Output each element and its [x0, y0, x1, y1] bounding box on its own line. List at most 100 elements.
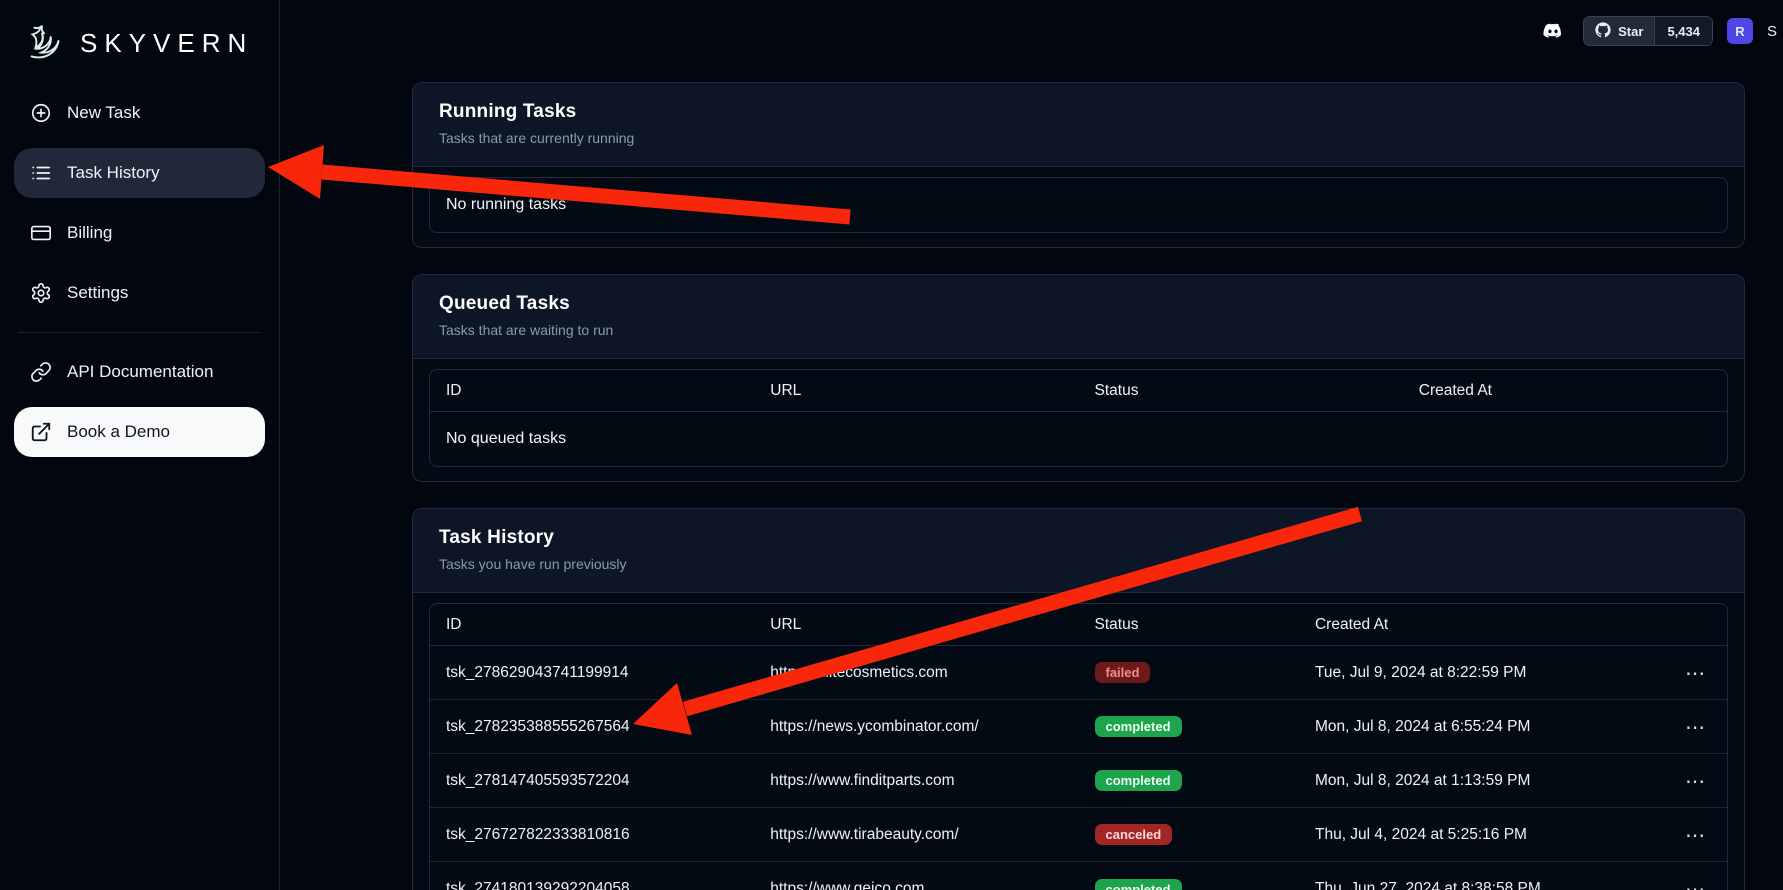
sidebar-item-label: Book a Demo: [67, 422, 170, 442]
github-star-label: Star: [1618, 24, 1643, 39]
task-history-header: Task History Tasks you have run previous…: [413, 509, 1744, 593]
table-header-row: ID URL Status Created At: [430, 370, 1727, 412]
link-icon: [30, 361, 52, 383]
empty-state-text: No queued tasks: [430, 412, 1727, 466]
task-history-body: ID URL Status Created At tsk_27862904374…: [413, 593, 1744, 890]
queued-tasks-header: Queued Tasks Tasks that are waiting to r…: [413, 275, 1744, 359]
sidebar: SKYVERN New Task Task History: [0, 0, 280, 890]
task-status-cell: completed: [1079, 770, 1299, 791]
queued-tasks-body: ID URL Status Created At No queued tasks: [413, 359, 1744, 481]
column-header-status: Status: [1079, 382, 1403, 400]
page-content: Running Tasks Tasks that are currently r…: [412, 82, 1745, 890]
status-badge: completed: [1095, 770, 1182, 791]
table-header-row: ID URL Status Created At: [430, 604, 1727, 646]
sidebar-item-task-history[interactable]: Task History: [14, 148, 265, 198]
running-tasks-card: Running Tasks Tasks that are currently r…: [412, 82, 1745, 248]
credit-card-icon: [30, 222, 52, 244]
app-window: SKYVERN New Task Task History: [0, 0, 1783, 890]
task-status-cell: completed: [1079, 879, 1299, 890]
task-history-card: Task History Tasks you have run previous…: [412, 508, 1745, 890]
task-id: tsk_274180139292204058: [430, 880, 754, 890]
task-id: tsk_278235388555267564: [430, 718, 754, 736]
column-header-url: URL: [754, 382, 1078, 400]
task-created-at: Thu, Jul 4, 2024 at 5:25:16 PM: [1299, 826, 1671, 844]
row-actions-button[interactable]: ⋯: [1679, 663, 1711, 683]
sidebar-nav: New Task Task History Billing: [14, 88, 265, 318]
row-actions-button[interactable]: ⋯: [1679, 717, 1711, 737]
sidebar-item-billing[interactable]: Billing: [14, 208, 265, 258]
sidebar-item-label: Settings: [67, 283, 128, 303]
book-a-demo-button[interactable]: Book a Demo: [14, 407, 265, 457]
card-title: Queued Tasks: [439, 293, 1718, 315]
status-badge: failed: [1095, 662, 1151, 683]
plus-circle-icon: [30, 102, 52, 124]
card-subtitle: Tasks that are waiting to run: [439, 322, 1718, 338]
brand-logo[interactable]: SKYVERN: [14, 14, 265, 72]
card-title: Task History: [439, 527, 1718, 549]
column-header-status: Status: [1079, 616, 1299, 634]
status-badge: completed: [1095, 716, 1182, 737]
table-row[interactable]: tsk_278147405593572204 https://www.findi…: [430, 754, 1727, 808]
task-created-at: Thu, Jun 27, 2024 at 8:38:58 PM: [1299, 880, 1671, 890]
main-area: Star 5,434 R S Running Tasks Tasks that …: [280, 0, 1783, 890]
discord-icon[interactable]: [1539, 19, 1569, 43]
task-id: tsk_276727822333810816: [430, 826, 754, 844]
external-link-icon: [30, 421, 52, 443]
skyvern-dragon-icon: [22, 20, 68, 66]
task-created-at: Mon, Jul 8, 2024 at 1:13:59 PM: [1299, 772, 1671, 790]
empty-state-text: No running tasks: [430, 178, 1727, 232]
running-tasks-body: No running tasks: [413, 167, 1744, 247]
row-actions-button[interactable]: ⋯: [1679, 879, 1711, 890]
row-actions-button[interactable]: ⋯: [1679, 771, 1711, 791]
topbar: Star 5,434 R S: [1539, 14, 1777, 48]
avatar[interactable]: R: [1727, 18, 1753, 44]
sidebar-secondary-nav: API Documentation Book a Demo: [14, 347, 265, 457]
brand-name: SKYVERN: [80, 28, 253, 59]
task-url: https://www.finditparts.com: [754, 772, 1078, 790]
gear-icon: [30, 282, 52, 304]
sidebar-item-settings[interactable]: Settings: [14, 268, 265, 318]
column-header-url: URL: [754, 616, 1078, 634]
sidebar-item-label: New Task: [67, 103, 140, 123]
column-header-id: ID: [430, 382, 754, 400]
table-row[interactable]: tsk_278235388555267564 https://news.ycom…: [430, 700, 1727, 754]
task-url: https://elitecosmetics.com: [754, 664, 1078, 682]
queued-tasks-card: Queued Tasks Tasks that are waiting to r…: [412, 274, 1745, 482]
sidebar-divider: [18, 332, 261, 333]
card-subtitle: Tasks you have run previously: [439, 556, 1718, 572]
github-icon: [1595, 22, 1611, 41]
sidebar-item-label: Task History: [67, 163, 160, 183]
table-row[interactable]: tsk_278629043741199914 https://elitecosm…: [430, 646, 1727, 700]
status-badge: completed: [1095, 879, 1182, 890]
task-status-cell: failed: [1079, 662, 1299, 683]
task-id: tsk_278629043741199914: [430, 664, 754, 682]
task-status-cell: completed: [1079, 716, 1299, 737]
sidebar-item-new-task[interactable]: New Task: [14, 88, 265, 138]
sidebar-item-label: Billing: [67, 223, 112, 243]
task-status-cell: canceled: [1079, 824, 1299, 845]
user-name-text: S: [1767, 23, 1777, 40]
running-tasks-table: No running tasks: [429, 177, 1728, 233]
github-star-count: 5,434: [1655, 17, 1712, 45]
list-icon: [30, 162, 52, 184]
row-actions-button[interactable]: ⋯: [1679, 825, 1711, 845]
table-row[interactable]: tsk_274180139292204058 https://www.geico…: [430, 862, 1727, 890]
task-url: https://www.geico.com: [754, 880, 1078, 890]
task-history-table: ID URL Status Created At tsk_27862904374…: [429, 603, 1728, 890]
column-header-created-at: Created At: [1403, 382, 1727, 400]
task-created-at: Tue, Jul 9, 2024 at 8:22:59 PM: [1299, 664, 1671, 682]
github-star-button[interactable]: Star 5,434: [1583, 16, 1713, 46]
task-url: https://news.ycombinator.com/: [754, 718, 1078, 736]
sidebar-item-label: API Documentation: [67, 362, 213, 382]
column-header-id: ID: [430, 616, 754, 634]
card-subtitle: Tasks that are currently running: [439, 130, 1718, 146]
table-row[interactable]: tsk_276727822333810816 https://www.tirab…: [430, 808, 1727, 862]
card-title: Running Tasks: [439, 101, 1718, 123]
column-header-created-at: Created At: [1299, 616, 1671, 634]
queued-tasks-table: ID URL Status Created At No queued tasks: [429, 369, 1728, 467]
task-created-at: Mon, Jul 8, 2024 at 6:55:24 PM: [1299, 718, 1671, 736]
running-tasks-header: Running Tasks Tasks that are currently r…: [413, 83, 1744, 167]
sidebar-item-api-documentation[interactable]: API Documentation: [14, 347, 265, 397]
status-badge: canceled: [1095, 824, 1173, 845]
task-id: tsk_278147405593572204: [430, 772, 754, 790]
